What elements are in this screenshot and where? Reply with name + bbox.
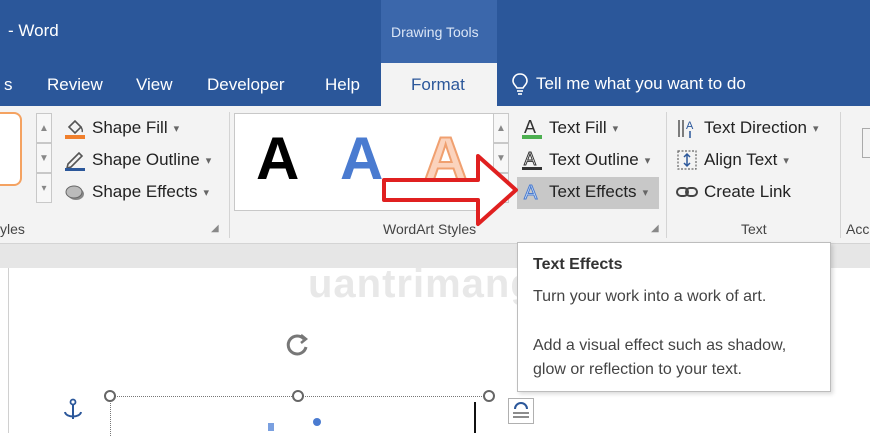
tab-format-label: Format [411, 75, 465, 94]
annotation-arrow-icon [382, 154, 518, 226]
text-direction-label: Text Direction [704, 118, 807, 137]
svg-text:A: A [524, 117, 536, 137]
text-outline-button[interactable]: A Text Outline ▾ [521, 146, 650, 174]
align-text-label: Align Text [704, 150, 778, 169]
chevron-down-icon: ▾ [203, 186, 210, 199]
resize-handle[interactable] [104, 390, 116, 402]
context-group-label: Drawing Tools [391, 24, 479, 40]
dialog-launcher-icon[interactable]: ◢ [211, 223, 221, 234]
tooltip-description: Turn your work into a work of art. [533, 288, 767, 305]
tell-me-label: Tell me what you want to do [536, 74, 746, 93]
wordart-sample-black[interactable]: A [256, 124, 299, 193]
tab-help[interactable]: Help [325, 75, 360, 95]
shape-fill-button[interactable]: Shape Fill ▾ [64, 114, 179, 142]
resize-handle[interactable] [483, 390, 495, 402]
text-outline-label: Text Outline [549, 150, 639, 169]
chevron-down-icon: ▾ [205, 154, 212, 167]
gallery-more-button[interactable]: ▾ [36, 173, 52, 203]
tab-format[interactable]: Format [381, 63, 497, 106]
rotate-handle-icon[interactable] [282, 330, 312, 365]
text-direction-button[interactable]: A Text Direction ▾ [676, 114, 819, 142]
shape-outline-label: Shape Outline [92, 150, 200, 169]
scroll-up-button[interactable]: ▲ [36, 113, 52, 143]
tooltip-detail: Add a visual effect such as shadow, glow… [533, 337, 787, 378]
tooltip-title: Text Effects [533, 256, 623, 273]
chevron-down-icon: ▾ [642, 186, 649, 199]
text-fill-icon: A [521, 117, 543, 139]
text-outline-icon: A [521, 149, 543, 171]
chevron-down-icon: ▾ [173, 122, 180, 135]
tell-me-box[interactable]: Tell me what you want to do [512, 73, 746, 95]
chevron-down-icon: ▾ [612, 122, 619, 135]
scroll-down-button[interactable]: ▼ [36, 143, 52, 173]
resize-handle[interactable] [292, 390, 304, 402]
layout-options-button[interactable] [508, 398, 534, 424]
tab-review[interactable]: Review [47, 75, 103, 95]
scroll-up-button[interactable]: ▲ [493, 113, 509, 143]
shape-outline-button[interactable]: Shape Outline ▾ [64, 146, 211, 174]
text-effects-button[interactable]: A Text Effects ▾ [521, 178, 649, 206]
tab-view[interactable]: View [136, 75, 173, 95]
chevron-down-icon: ▾ [783, 154, 789, 167]
tab-developer[interactable]: Developer [207, 75, 285, 95]
group-divider [229, 112, 230, 238]
group-divider [666, 112, 667, 238]
text-effects-label: Text Effects [549, 182, 637, 201]
watermark-text: uantrimang [308, 262, 536, 306]
text-cursor [474, 402, 476, 433]
align-text-icon [676, 149, 698, 171]
shape-style-scroll: ▲ ▼ ▾ [36, 113, 54, 203]
create-link-button[interactable]: Create Link [676, 178, 791, 206]
accessibility-icon[interactable] [862, 128, 870, 158]
shape-effects-icon [64, 181, 86, 203]
wordart-sample-blue[interactable]: A [340, 124, 383, 193]
group-divider [840, 112, 841, 238]
shape-styles-group-label: yles [0, 221, 25, 237]
shape-fill-label: Shape Fill [92, 118, 168, 137]
text-group-label: Text [741, 221, 767, 237]
wordart-fragment [268, 423, 274, 431]
paint-bucket-icon [64, 117, 86, 139]
shape-style-swatch[interactable] [0, 112, 22, 186]
watermark-logo: uantrimang [308, 262, 536, 307]
lightbulb-icon [512, 73, 528, 95]
anchor-icon[interactable] [62, 398, 84, 427]
text-fill-label: Text Fill [549, 118, 607, 137]
svg-text:A: A [686, 120, 694, 132]
selection-frame-left [110, 396, 111, 436]
svg-text:A: A [524, 182, 538, 203]
wordart-fragment [313, 418, 321, 426]
link-icon [676, 181, 698, 203]
accessibility-group-label: Acc [846, 221, 870, 237]
tab-partial[interactable]: s [4, 75, 13, 95]
text-fill-button[interactable]: A Text Fill ▾ [521, 114, 618, 142]
create-link-label: Create Link [704, 182, 791, 201]
pencil-icon [64, 149, 86, 171]
align-text-button[interactable]: Align Text ▾ [676, 146, 789, 174]
chevron-down-icon: ▾ [644, 154, 651, 167]
chevron-down-icon: ▾ [812, 122, 819, 135]
text-direction-icon: A [676, 117, 698, 139]
app-title: - Word [8, 21, 59, 40]
text-effects-icon: A [521, 181, 543, 205]
layout-options-icon [513, 402, 529, 418]
svg-text:A: A [524, 149, 536, 169]
shape-effects-label: Shape Effects [92, 182, 198, 201]
shape-effects-button[interactable]: Shape Effects ▾ [64, 178, 209, 206]
text-effects-tooltip: Text Effects Turn your work into a work … [517, 242, 831, 392]
dialog-launcher-icon[interactable]: ◢ [651, 223, 661, 234]
